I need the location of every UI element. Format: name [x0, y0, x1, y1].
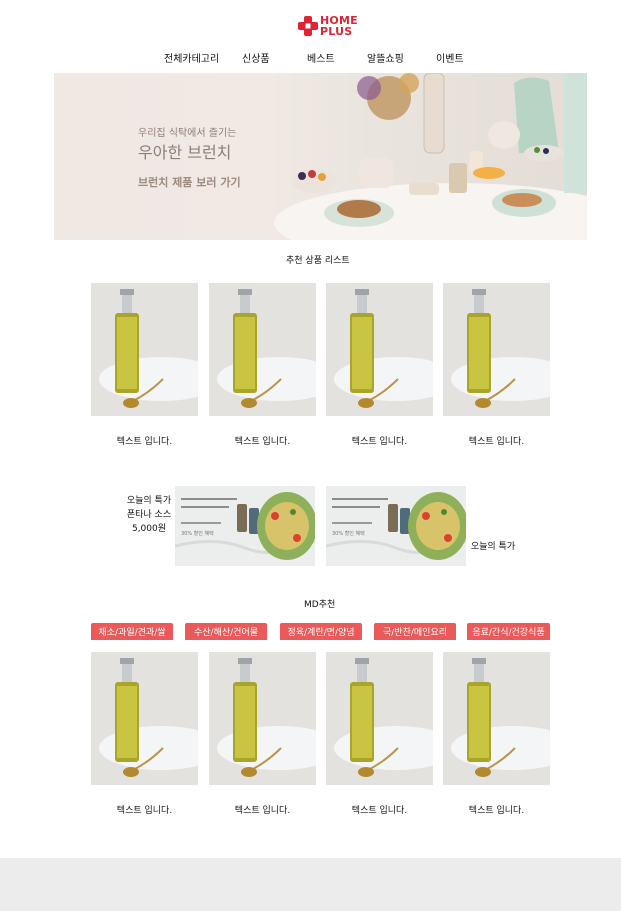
- hero-subtitle: 우리집 식탁에서 즐기는: [138, 128, 237, 139]
- nav-all-categories[interactable]: 전체카테고리: [164, 52, 219, 68]
- product-image[interactable]: [209, 283, 316, 416]
- nav-new-products[interactable]: 신상품: [242, 52, 270, 68]
- hero-link[interactable]: 브런치 제품 보러 가기: [138, 174, 241, 190]
- nav-best[interactable]: 베스트: [307, 52, 335, 68]
- deal-banner[interactable]: 30% 할인 혜택: [326, 486, 466, 566]
- deal-banner-caption: 30% 할인 혜택: [181, 531, 214, 537]
- md-title: MD추천: [304, 600, 336, 610]
- olive-oil-bottle-image: [326, 652, 433, 785]
- main-nav: 전체카테고리 신상품 베스트 알뜰쇼핑 이벤트: [140, 52, 480, 68]
- category-tab-meat[interactable]: 정육/계란/면/양념: [280, 623, 362, 640]
- olive-oil-bottle-image: [209, 283, 316, 416]
- footer: [0, 858, 621, 911]
- product-caption[interactable]: 텍스트 입니다.: [209, 434, 316, 447]
- hero-title: 우아한 브런치: [138, 143, 232, 162]
- deal-banner[interactable]: 30% 할인 혜택: [175, 486, 315, 566]
- olive-oil-bottle-image: [443, 283, 550, 416]
- product-caption[interactable]: 텍스트 입니다.: [326, 803, 433, 816]
- logo-line-2: PLUS: [320, 25, 353, 38]
- nav-bargain-shopping[interactable]: 알뜰쇼핑: [367, 52, 404, 68]
- olive-oil-bottle-image: [91, 652, 198, 785]
- olive-oil-bottle-image: [91, 283, 198, 416]
- product-image[interactable]: [443, 652, 550, 785]
- product-caption[interactable]: 텍스트 입니다.: [326, 434, 433, 447]
- homeplus-logo[interactable]: HOME PLUS: [298, 15, 362, 40]
- deal-right-text: 오늘의 특가: [470, 542, 516, 552]
- pasta-banner-image: [326, 486, 466, 566]
- category-tab-beverages[interactable]: 음료/간식/건강식품: [467, 623, 550, 640]
- product-caption[interactable]: 텍스트 입니다.: [443, 434, 550, 447]
- olive-oil-bottle-image: [209, 652, 316, 785]
- product-caption[interactable]: 텍스트 입니다.: [209, 803, 316, 816]
- category-tab-produce[interactable]: 채소/과일/견과/쌀: [91, 623, 173, 640]
- recommend-title: 추천 상품 리스트: [286, 256, 350, 266]
- pasta-banner-image: [175, 486, 315, 566]
- category-tab-side-dishes[interactable]: 국/반찬/메인요리: [374, 623, 456, 640]
- category-tab-seafood[interactable]: 수산/해산/건어물: [185, 623, 267, 640]
- product-caption[interactable]: 텍스트 입니다.: [91, 434, 198, 447]
- product-image[interactable]: [326, 283, 433, 416]
- product-caption[interactable]: 텍스트 입니다.: [443, 803, 550, 816]
- deal-left-text: 오늘의 특가 폰타나 소스 5,000원: [126, 496, 172, 534]
- nav-events[interactable]: 이벤트: [436, 52, 464, 68]
- deal-banner-caption: 30% 할인 혜택: [332, 531, 365, 537]
- logo-wordmark: HOME PLUS: [320, 15, 362, 37]
- olive-oil-bottle-image: [326, 283, 433, 416]
- olive-oil-bottle-image: [443, 652, 550, 785]
- homeplus-logo-icon: [298, 16, 318, 36]
- product-image[interactable]: [91, 652, 198, 785]
- product-caption[interactable]: 텍스트 입니다.: [91, 803, 198, 816]
- product-image[interactable]: [209, 652, 316, 785]
- brunch-table-image: [274, 73, 587, 240]
- product-image[interactable]: [91, 283, 198, 416]
- product-image[interactable]: [326, 652, 433, 785]
- hero-banner[interactable]: 우리집 식탁에서 즐기는 우아한 브런치 브런치 제품 보러 가기: [54, 73, 587, 240]
- product-image[interactable]: [443, 283, 550, 416]
